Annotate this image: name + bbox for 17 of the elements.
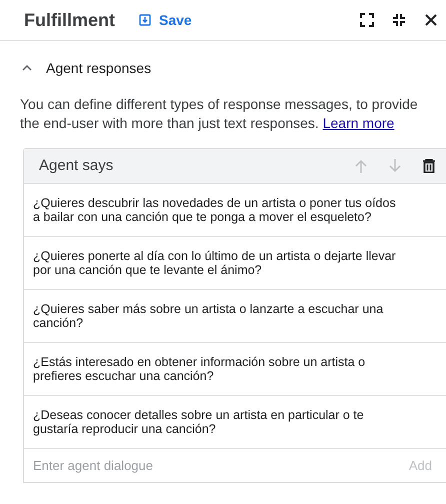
response-text[interactable]: ¿Quieres saber más sobre un artista o lanzarte a escuchar una canción? [24,289,446,342]
delete-icon[interactable] [422,159,436,173]
save-button[interactable]: Save [139,10,192,30]
section-title[interactable]: Agent responses [46,58,152,78]
response-text[interactable]: ¿Quieres descubrir las novedades de un artista o poner tus oídos a bailar con una canción que te ponga a mover el esqueleto? [24,183,446,236]
learn-more-link[interactable]: Learn more [322,115,394,131]
panel-title: Fulfillment [24,8,115,32]
card-title: Agent says [39,156,114,176]
fullscreen-icon[interactable] [360,13,374,27]
chevron-up-icon[interactable] [22,65,32,71]
close-icon[interactable] [424,13,438,27]
response-text[interactable]: ¿Deseas conocer detalles sobre un artista en particular o te gustaría reproducir una canción? [24,395,446,448]
response-text[interactable]: ¿Quieres ponerte al día con lo último de un artista o dejarte llevar por una canción que te levante el ánimo? [24,236,446,289]
response-text[interactable]: ¿Estás interesado en obtener información sobre un artista o prefieres escuchar una canción? [24,342,446,395]
exit-fullscreen-icon[interactable] [392,13,406,27]
description-text: You can define different types of response messages, to provide the end-user with more than just text responses. Learn more [19,95,419,133]
save-icon [139,14,151,26]
